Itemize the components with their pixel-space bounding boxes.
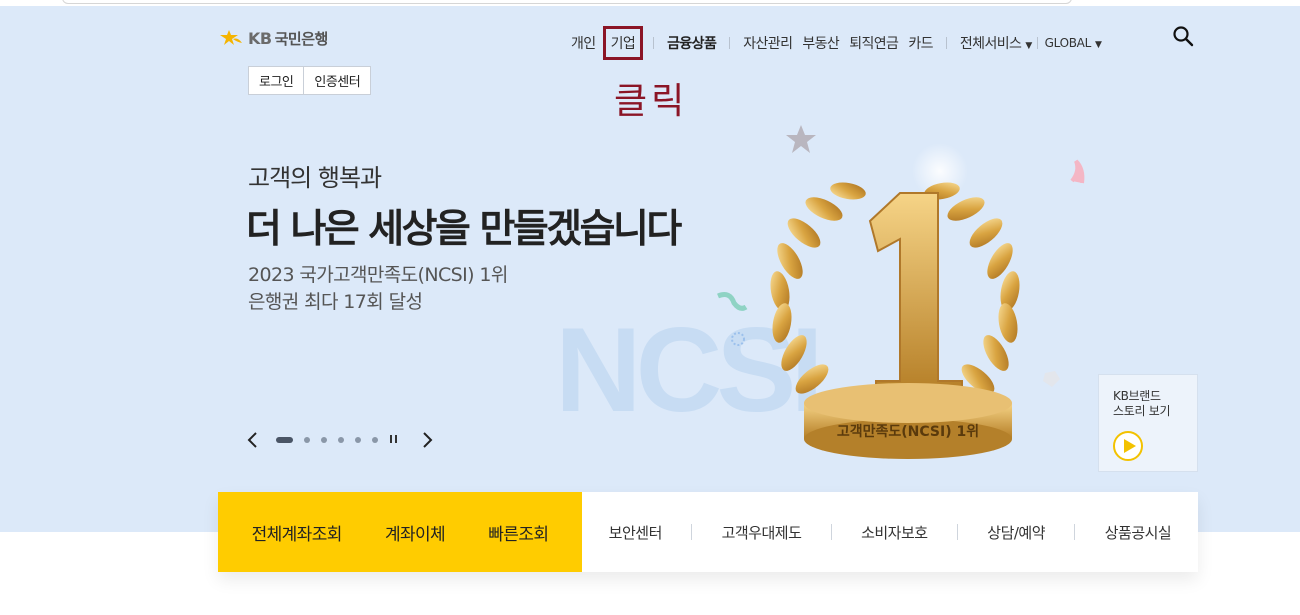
carousel-dot[interactable] — [276, 437, 293, 443]
logo-kb-text: KB — [248, 29, 272, 48]
brand-story-button[interactable]: KB브랜드 스토리 보기 — [1098, 374, 1198, 472]
pause-icon[interactable] — [390, 435, 400, 445]
kb-logo[interactable]: KB 국민은행 — [218, 28, 328, 49]
carousel-dot[interactable] — [321, 437, 327, 443]
quick-divider — [1074, 524, 1076, 540]
hero-section: KB 국민은행 개인 기업 금융상품 자산관리 부동산 퇴직연금 카드 전체서비스… — [0, 6, 1300, 532]
carousel-dot[interactable] — [372, 437, 378, 443]
quick-customer-benefits[interactable]: 고객우대제도 — [722, 522, 802, 543]
global-nav: 개인 기업 금융상품 자산관리 부동산 퇴직연금 카드 전체서비스 ▼ GLOBA… — [566, 26, 1107, 60]
hero-title: 더 나은 세상을 만들겠습니다 — [246, 207, 682, 252]
quick-primary-menu: 전체계좌조회 계좌이체 빠른조회 — [218, 492, 582, 572]
quick-all-accounts[interactable]: 전체계좌조회 — [252, 520, 343, 545]
trophy-illustration: 고객만족도(NCSI) 1위 — [717, 125, 1085, 459]
hero-description: 2023 국가고객만족도(NCSI) 1위 은행권 최다 17회 달성 — [248, 262, 508, 316]
sparkle-decoration — [731, 332, 745, 346]
quick-links: 보안센터 고객우대제도 소비자보호 상담/예약 상품공시실 — [582, 492, 1198, 572]
nav-personal[interactable]: 개인 — [566, 33, 601, 53]
quick-consumer-protection[interactable]: 소비자보호 — [861, 522, 928, 543]
click-annotation: 클릭 — [614, 81, 689, 122]
logo-bank-name: 국민은행 — [274, 30, 329, 48]
nav-global-label: GLOBAL — [1044, 36, 1092, 50]
kb-star-icon — [220, 29, 242, 45]
nav-divider — [1036, 37, 1038, 49]
page: KB 국민은행 개인 기업 금융상품 자산관리 부동산 퇴직연금 카드 전체서비스… — [0, 0, 1300, 615]
cert-center-button[interactable]: 인증센터 — [303, 67, 370, 94]
quick-consultation[interactable]: 상담/예약 — [987, 522, 1045, 543]
nav-card[interactable]: 카드 — [903, 33, 938, 53]
play-icon[interactable] — [1113, 431, 1143, 461]
carousel-controls — [246, 431, 434, 449]
gem-decoration — [1043, 371, 1060, 387]
chevron-left-icon[interactable] — [246, 431, 260, 449]
carousel-dots — [276, 437, 378, 443]
quick-fast-inquiry[interactable]: 빠른조회 — [488, 520, 549, 545]
search-icon[interactable] — [1172, 25, 1194, 47]
nav-real-estate[interactable]: 부동산 — [797, 33, 844, 53]
hero-desc-line: 은행권 최다 17회 달성 — [248, 291, 423, 313]
carousel-dot[interactable] — [338, 437, 344, 443]
nav-asset-management[interactable]: 자산관리 — [738, 33, 797, 53]
confetti-decoration — [717, 292, 748, 311]
carousel-dot[interactable] — [355, 437, 361, 443]
nav-global[interactable]: GLOBAL ▼ — [1040, 36, 1107, 50]
caret-down-icon: ▼ — [1025, 41, 1032, 51]
quick-divider — [691, 524, 693, 540]
login-box: 로그인 인증센터 — [248, 66, 372, 95]
chevron-right-icon[interactable] — [420, 431, 434, 449]
nav-divider — [653, 37, 655, 49]
nav-retirement-pension[interactable]: 퇴직연금 — [844, 33, 903, 53]
nav-business[interactable]: 기업 — [602, 26, 644, 60]
quick-product-disclosure[interactable]: 상품공시실 — [1105, 522, 1172, 543]
nav-divider — [729, 37, 731, 49]
nav-divider — [945, 37, 947, 49]
number-one-shape — [868, 192, 963, 398]
quick-menu-bar: 전체계좌조회 계좌이체 빠른조회 보안센터 고객우대제도 소비자보호 상담/예약… — [218, 492, 1198, 572]
quick-security-center[interactable]: 보안센터 — [609, 522, 663, 543]
quick-transfer[interactable]: 계좌이체 — [385, 520, 446, 545]
logo-text: KB 국민은행 — [248, 28, 328, 49]
caret-down-icon: ▼ — [1094, 40, 1102, 50]
trophy-caption: 고객만족도(NCSI) 1위 — [837, 423, 979, 440]
address-bar[interactable] — [62, 0, 1072, 4]
carousel-dot[interactable] — [304, 437, 310, 443]
confetti-decoration — [1070, 159, 1085, 184]
nav-all-services-label: 전체서비스 — [959, 36, 1022, 52]
brand-story-label: KB브랜드 스토리 보기 — [1113, 389, 1171, 418]
hero-subtitle: 고객의 행복과 — [248, 164, 382, 192]
quick-divider — [956, 524, 958, 540]
login-button[interactable]: 로그인 — [249, 67, 303, 94]
star-icon — [786, 125, 816, 153]
hero-desc-line: 2023 국가고객만족도(NCSI) 1위 — [248, 264, 508, 286]
nav-all-services[interactable]: 전체서비스 ▼ — [955, 33, 1037, 53]
nav-financial-products[interactable]: 금융상품 — [662, 33, 721, 53]
quick-divider — [830, 524, 832, 540]
